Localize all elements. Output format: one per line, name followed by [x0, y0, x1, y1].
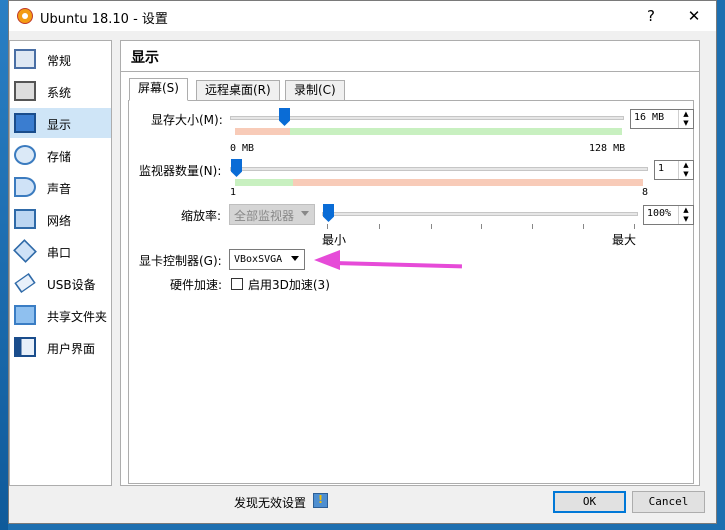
- settings-sidebar: 常规 系统 显示 存储 声音 网络 串口 USB设备 共享文件夹 用户界面: [9, 40, 112, 486]
- ok-button[interactable]: OK: [553, 491, 626, 513]
- title-bar: Ubuntu 18.10 - 设置 ? ✕: [9, 1, 716, 31]
- scale-factor-label: 缩放率:: [181, 209, 222, 223]
- network-icon: [14, 209, 36, 229]
- serial-port-icon: [13, 239, 37, 263]
- sidebar-item-label: 声音: [47, 182, 72, 196]
- section-header: 显示: [120, 40, 700, 72]
- sidebar-item-storage[interactable]: 存储: [10, 140, 111, 170]
- spin-arrows: ▲ ▼: [678, 206, 693, 224]
- chevron-down-icon: [291, 256, 299, 261]
- warning-icon[interactable]: [313, 493, 328, 508]
- monitor-count-min-label: 1: [230, 187, 237, 198]
- scale-tick: [532, 224, 533, 229]
- monitor-count-max-label: 8: [642, 187, 649, 198]
- tab-recording[interactable]: 录制(C): [285, 80, 345, 100]
- sidebar-item-serial-port[interactable]: 串口: [10, 236, 111, 266]
- monitor-count-high-range: [293, 179, 643, 186]
- sidebar-item-network[interactable]: 网络: [10, 204, 111, 234]
- storage-icon: [14, 145, 36, 165]
- scale-tick: [634, 224, 635, 229]
- window-title: Ubuntu 18.10 - 设置: [40, 12, 168, 27]
- scale-monitor-select[interactable]: 全部监视器: [229, 204, 315, 225]
- desktop-background: [0, 0, 8, 530]
- video-memory-low-range: [235, 128, 290, 135]
- sidebar-item-label: 系统: [47, 86, 72, 100]
- monitor-count-spinbox[interactable]: 1 ▲ ▼: [654, 160, 694, 180]
- usb-icon: [14, 273, 36, 293]
- close-button[interactable]: ✕: [671, 1, 717, 31]
- sidebar-item-label: 网络: [47, 214, 72, 228]
- virtualbox-app-icon: [17, 8, 33, 24]
- page-title: 显示: [131, 50, 159, 66]
- spin-up-icon[interactable]: ▲: [679, 206, 693, 215]
- spin-down-icon[interactable]: ▼: [679, 119, 693, 128]
- scale-factor-slider[interactable]: [322, 204, 638, 222]
- graphics-controller-select[interactable]: VBoxSVGA: [229, 249, 305, 270]
- scale-tick: [583, 224, 584, 229]
- general-icon: [14, 49, 36, 69]
- annotation-arrow-icon: [314, 250, 340, 270]
- video-memory-recommended-range: [290, 128, 622, 135]
- monitor-count-recommended-range: [235, 179, 293, 186]
- scale-factor-value: 100%: [647, 208, 672, 219]
- system-icon: [14, 81, 36, 101]
- sidebar-item-audio[interactable]: 声音: [10, 172, 111, 202]
- scale-max-label: 最大: [612, 233, 637, 247]
- spin-up-icon[interactable]: ▲: [679, 161, 693, 170]
- spin-down-icon[interactable]: ▼: [679, 170, 693, 179]
- sidebar-item-label: 共享文件夹: [47, 310, 108, 324]
- monitor-count-label: 监视器数量(N):: [139, 164, 222, 178]
- sidebar-item-label: 常规: [47, 54, 72, 68]
- video-memory-slider[interactable]: [230, 108, 624, 126]
- chevron-down-icon: [301, 211, 309, 216]
- video-memory-value: 16 MB: [634, 112, 665, 123]
- help-button[interactable]: ?: [628, 1, 674, 31]
- sidebar-item-user-interface[interactable]: 用户界面: [10, 332, 111, 362]
- monitor-count-value: 1: [658, 163, 665, 174]
- user-interface-icon: [14, 337, 36, 357]
- sidebar-item-label: 串口: [47, 246, 72, 260]
- scale-tick: [327, 224, 328, 229]
- sidebar-item-system[interactable]: 系统: [10, 76, 111, 106]
- video-memory-min-label: 0 MB: [230, 143, 255, 154]
- enable-3d-acceleration-label[interactable]: 启用3D加速(3): [248, 276, 330, 293]
- video-memory-label: 显存大小(M):: [151, 113, 223, 127]
- sidebar-item-display[interactable]: 显示: [10, 108, 111, 138]
- sidebar-item-shared-folders[interactable]: 共享文件夹: [10, 300, 111, 330]
- sidebar-item-label: 显示: [47, 118, 72, 132]
- monitor-count-slider[interactable]: [230, 159, 648, 177]
- video-memory-max-label: 128 MB: [589, 143, 626, 154]
- spin-up-icon[interactable]: ▲: [679, 110, 693, 119]
- scale-tick: [379, 224, 380, 229]
- scale-min-label: 最小: [322, 233, 347, 247]
- scale-monitor-value: 全部监视器: [234, 209, 295, 223]
- tab-remote-display[interactable]: 远程桌面(R): [196, 80, 280, 100]
- graphics-controller-label: 显卡控制器(G):: [139, 254, 222, 268]
- scale-tick: [431, 224, 432, 229]
- hardware-acceleration-label: 硬件加速:: [170, 278, 223, 292]
- cancel-button[interactable]: Cancel: [632, 491, 705, 513]
- audio-icon: [14, 177, 36, 197]
- shared-folder-icon: [14, 305, 36, 325]
- sidebar-item-label: 存储: [47, 150, 72, 164]
- spin-down-icon[interactable]: ▼: [679, 215, 693, 224]
- tab-screen[interactable]: 屏幕(S): [129, 78, 188, 101]
- sidebar-item-usb[interactable]: USB设备: [10, 268, 111, 298]
- spin-arrows: ▲ ▼: [678, 110, 693, 128]
- invalid-settings-warning: 发现无效设置: [234, 496, 307, 510]
- scale-factor-spinbox[interactable]: 100% ▲ ▼: [643, 205, 694, 225]
- scale-tick: [481, 224, 482, 229]
- sidebar-item-general[interactable]: 常规: [10, 44, 111, 74]
- sidebar-item-label: 用户界面: [47, 342, 96, 356]
- spin-arrows: ▲ ▼: [678, 161, 693, 179]
- video-memory-spinbox[interactable]: 16 MB ▲ ▼: [630, 109, 694, 129]
- enable-3d-acceleration-checkbox[interactable]: [231, 278, 243, 290]
- sidebar-item-label: USB设备: [47, 278, 96, 292]
- display-icon: [14, 113, 36, 133]
- graphics-controller-value: VBoxSVGA: [234, 254, 283, 265]
